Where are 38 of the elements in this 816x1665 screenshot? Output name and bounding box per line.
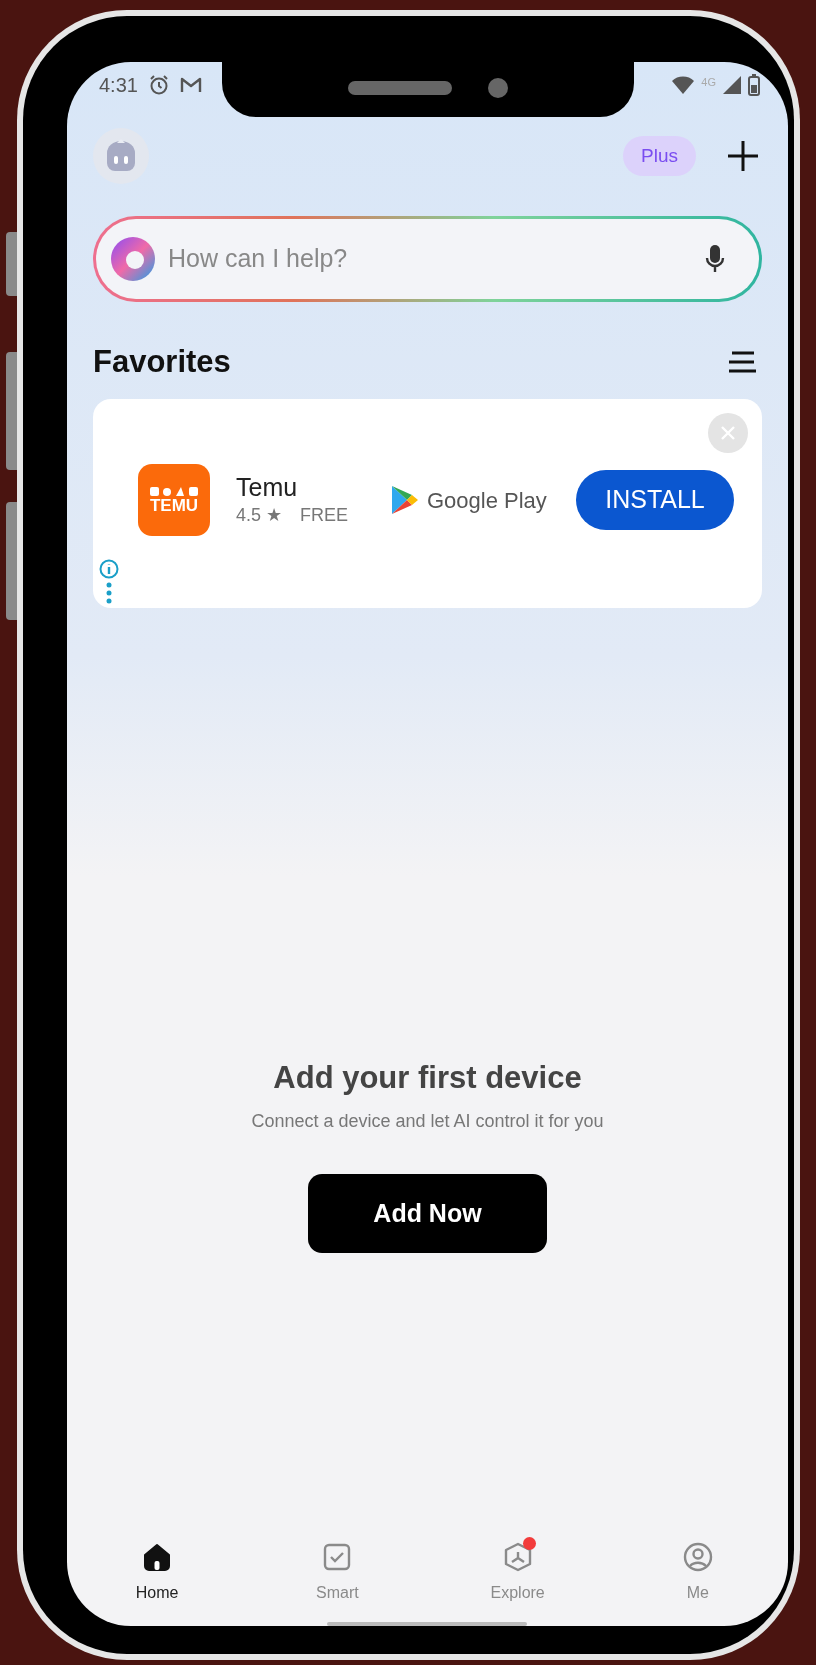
info-icon[interactable] — [99, 559, 119, 579]
empty-state-subtitle: Connect a device and let AI control it for you — [250, 1110, 605, 1133]
close-icon — [721, 426, 735, 440]
wifi-icon — [671, 75, 696, 95]
menu-icon — [728, 350, 756, 374]
microphone-icon — [705, 244, 725, 274]
app-price: FREE — [300, 503, 349, 527]
nav-tab[interactable]: Home — [67, 1540, 248, 1602]
front-camera — [488, 77, 508, 98]
app-rating: 4.5 ★ — [236, 503, 283, 527]
install-button[interactable]: INSTALL — [576, 470, 734, 530]
signal-icon — [722, 75, 742, 95]
status-time: 4:31 — [99, 73, 138, 98]
menu-button[interactable] — [728, 350, 756, 374]
battery-icon — [748, 74, 760, 96]
profile-icon — [682, 1542, 713, 1572]
store-name: Google Play — [427, 486, 547, 515]
play-store-icon — [391, 485, 419, 515]
nav-tab[interactable]: Explore — [427, 1540, 608, 1602]
nav-tab[interactable]: Smart — [247, 1540, 428, 1602]
more-options-icon[interactable] — [106, 582, 112, 604]
app-name: Temu — [236, 471, 299, 502]
empty-state-title: Add your first device — [272, 1059, 583, 1097]
mail-icon — [179, 76, 202, 94]
nav-tab[interactable]: Me — [607, 1540, 788, 1602]
shopping-glyphs-icon — [149, 485, 199, 497]
swirl-logo-icon — [110, 236, 156, 282]
search-field[interactable]: How can I help? — [168, 240, 693, 278]
home-icon — [142, 1542, 173, 1572]
checkbox-icon — [322, 1542, 353, 1572]
section-title: Favorites — [93, 342, 231, 381]
plus-badge[interactable]: Plus — [623, 136, 696, 176]
network-type: 4G — [701, 75, 716, 90]
add-now-button[interactable]: Add Now — [308, 1174, 547, 1253]
hexagon-icon — [502, 1542, 533, 1572]
add-button[interactable] — [726, 139, 760, 173]
plus-icon — [727, 140, 759, 172]
app-icon-label: TEMU — [149, 497, 199, 515]
